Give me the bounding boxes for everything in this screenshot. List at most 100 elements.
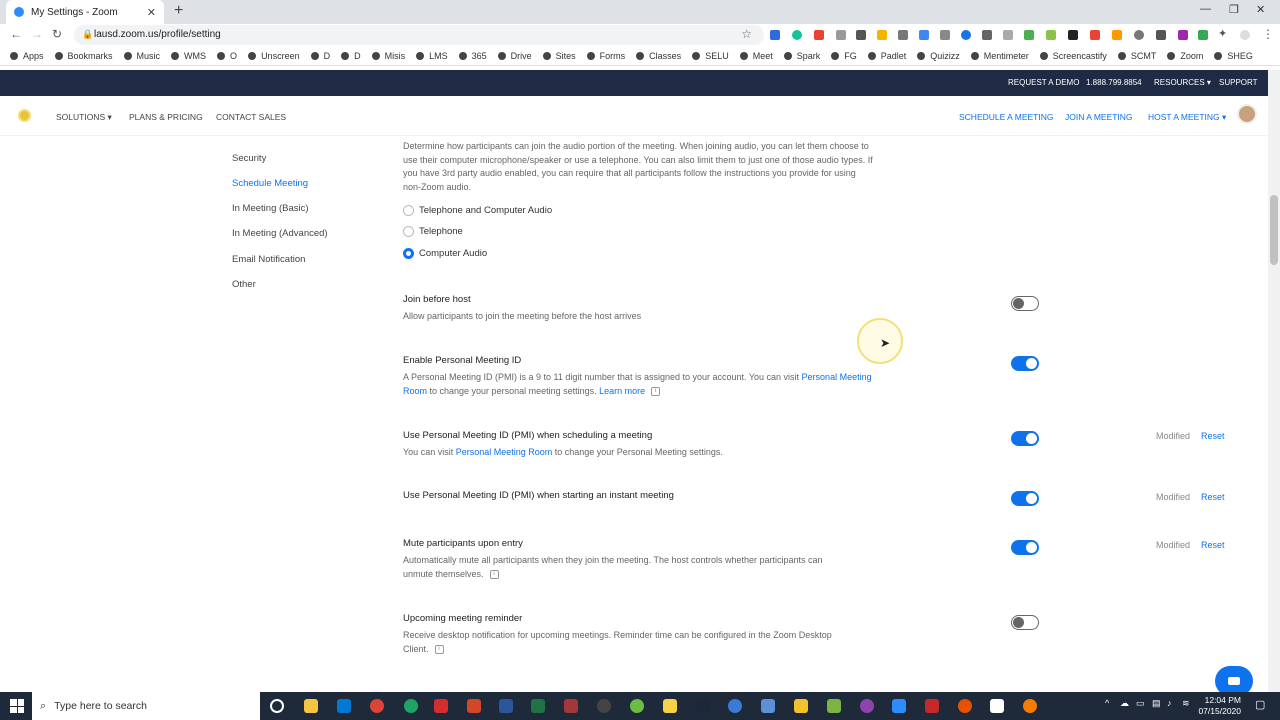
maximize-icon[interactable]: ❐ [1229,3,1239,16]
extension-icon[interactable] [1090,30,1100,40]
extension-icon[interactable] [770,30,780,40]
support-link[interactable]: SUPPORT [1219,78,1258,87]
acrobat-icon[interactable] [434,699,448,713]
host-meeting-menu[interactable]: HOST A MEETING ▾ [1148,112,1226,123]
info-icon[interactable]: i [651,386,661,396]
tray-chevron-icon[interactable]: ^ [1105,698,1109,708]
bookmark-item[interactable]: Meet [739,51,773,61]
info-icon[interactable]: i [434,644,444,654]
app-icon[interactable] [794,699,808,713]
extension-icon[interactable] [1178,30,1188,40]
bookmark-item[interactable]: Misis [371,51,405,61]
app-icon[interactable] [597,699,611,713]
extension-icon[interactable] [940,30,950,40]
bookmark-item[interactable]: Sites [542,51,576,61]
close-window-icon[interactable]: ✕ [1256,3,1265,16]
extension-icon[interactable] [1134,30,1144,40]
extension-icon[interactable] [1046,30,1056,40]
sidebar-item-other[interactable]: Other [232,279,256,290]
bookmark-item[interactable]: Unscreen [248,51,300,61]
mail-icon[interactable] [337,699,351,713]
extension-icon[interactable] [814,30,824,40]
taskbar-search-box[interactable]: ⌕ Type here to search [32,692,260,720]
app-icon[interactable] [761,699,775,713]
app-icon[interactable] [860,699,874,713]
info-icon[interactable]: i [489,569,499,579]
menu-kebab-icon[interactable]: ⋮ [1262,27,1274,41]
extension-icon[interactable] [961,30,971,40]
app-icon[interactable] [630,699,644,713]
reset-link[interactable]: Reset [1201,492,1225,502]
bookmark-item[interactable]: Forms [586,51,625,61]
zoom-app-icon[interactable] [892,699,906,713]
bookmark-item[interactable]: D [310,51,330,61]
page-scrollbar[interactable] [1268,70,1280,692]
tray-network-icon[interactable]: ▤ [1152,698,1161,709]
join-before-host-toggle[interactable] [1011,296,1039,311]
tray-volume-icon[interactable]: ♪ [1167,698,1172,708]
chrome-icon[interactable] [404,699,418,713]
bookmark-item[interactable]: Classes [636,51,681,61]
app-icon[interactable] [990,699,1004,713]
extension-icon[interactable] [836,30,846,40]
reset-link[interactable]: Reset [1201,540,1225,550]
access-icon[interactable] [564,699,578,713]
extension-icon[interactable] [1003,30,1013,40]
app-icon[interactable] [827,699,841,713]
extension-icon[interactable] [1112,30,1122,40]
minimize-icon[interactable]: — [1200,3,1211,15]
extension-icon[interactable] [1024,30,1034,40]
radio-button-selected[interactable] [403,248,414,259]
bookmark-item[interactable]: Music [123,51,160,61]
extension-icon[interactable] [982,30,992,40]
bookmark-item[interactable]: LMS [416,51,448,61]
app-icon[interactable] [728,699,742,713]
personal-meeting-room-link[interactable]: Personal Meeting Room [456,447,553,457]
learn-more-link[interactable]: Learn more [599,386,645,396]
bookmark-item[interactable]: Screencastify [1039,51,1107,61]
extension-icon[interactable] [919,30,929,40]
address-bar[interactable]: 🔒 lausd.zoom.us/profile/setting ☆ [74,25,764,45]
notifications-icon[interactable]: ▢ [1255,698,1265,711]
sidebar-item-security[interactable]: Security [232,153,266,164]
mute-upon-entry-toggle[interactable] [1011,540,1039,555]
windows-start-icon[interactable] [10,699,24,713]
radio-button[interactable] [403,205,414,216]
taskbar-clock[interactable]: 12:04 PM 07/15/2020 [1195,695,1241,717]
bookmark-item[interactable]: SCMT [1117,51,1156,61]
cortana-icon[interactable] [270,699,284,713]
radio-telephone-and-computer-audio[interactable]: Telephone and Computer Audio [403,205,552,216]
bookmark-item[interactable]: SHEG [1214,51,1253,61]
sidebar-item-in-meeting-advanced[interactable]: In Meeting (Advanced) [232,228,328,239]
zoom-logo-icon[interactable] [18,109,31,122]
bookmark-item[interactable]: Padlet [867,51,906,61]
pmi-scheduling-toggle[interactable] [1011,431,1039,446]
app-icon[interactable] [663,699,677,713]
bookmark-item[interactable]: O [217,51,237,61]
extension-icon[interactable] [898,30,908,40]
pmi-instant-toggle[interactable] [1011,491,1039,506]
bookmark-item[interactable]: Spark [783,51,820,61]
sidebar-item-schedule-meeting[interactable]: Schedule Meeting [232,178,308,189]
new-tab-icon[interactable]: + [174,2,183,20]
radio-computer-audio[interactable]: Computer Audio [403,248,487,259]
bookmark-item[interactable]: SELU [692,51,729,61]
steam-icon[interactable] [696,699,710,713]
bookmark-star-icon[interactable]: ☆ [741,27,752,41]
extension-icon[interactable] [856,30,866,40]
extension-icon[interactable] [1156,30,1166,40]
reset-link[interactable]: Reset [1201,431,1225,441]
bookmark-item[interactable]: FG [831,51,857,61]
tray-battery-icon[interactable]: ▭ [1136,698,1145,709]
drive-icon[interactable] [877,30,887,40]
bookmark-item[interactable]: Zoom [1167,51,1203,61]
avatar[interactable] [1237,104,1257,124]
sidebar-item-email-notification[interactable]: Email Notification [232,254,305,265]
bookmark-item[interactable]: WMS [171,51,206,61]
resources-menu[interactable]: RESOURCES ▾ [1154,78,1211,87]
bookmark-item[interactable]: 365 [458,51,487,61]
reload-icon[interactable]: ↻ [52,27,62,41]
extension-icon[interactable] [1068,30,1078,40]
file-explorer-icon[interactable] [304,699,318,713]
powerpoint-icon[interactable] [467,699,481,713]
